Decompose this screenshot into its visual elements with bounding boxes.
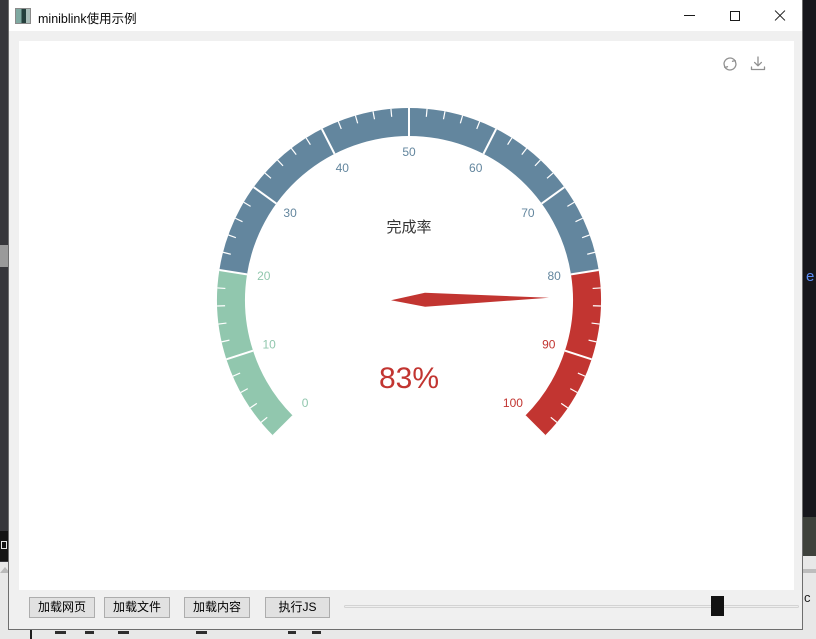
slider-track[interactable] <box>344 605 799 608</box>
window-title: miniblink使用示例 <box>38 8 137 27</box>
load-webpage-button[interactable]: 加载网页 <box>29 597 95 618</box>
window-controls <box>667 0 802 31</box>
gauge-axis-label: 40 <box>336 161 350 175</box>
gauge-axis-label: 90 <box>542 338 556 352</box>
gauge-axis-label: 100 <box>503 396 523 410</box>
background-text-fragment: c <box>804 590 811 605</box>
background-scrollbar-fragment <box>0 245 8 267</box>
gauge-axis-label: 0 <box>302 396 309 410</box>
gauge-minor-tick <box>217 288 225 289</box>
webview-chart-area: 0 10 20 30 40 50 60 70 80 90 100 完成率 83% <box>19 41 794 590</box>
titlebar[interactable]: miniblink使用示例 <box>9 0 802 31</box>
maximize-icon <box>730 11 740 21</box>
gauge-axis-label: 80 <box>548 269 562 283</box>
background-right-area: e <box>802 0 816 556</box>
gauge-title-label: 完成率 <box>386 219 431 236</box>
background-left-strip <box>0 0 8 562</box>
background-artifact <box>288 631 296 634</box>
load-file-button[interactable]: 加载文件 <box>104 597 170 618</box>
chart-toolbox <box>720 54 768 74</box>
background-block <box>802 517 816 556</box>
screen: e c miniblink使用示例 0 10 20 30 40 50 60 70 80 90 100… <box>0 0 816 639</box>
gauge-minor-tick <box>391 109 392 117</box>
gauge-detail-value: 83% <box>379 362 439 395</box>
app-window: miniblink使用示例 0 10 20 30 40 50 60 70 80 90 100 完成率 8… <box>8 0 803 630</box>
background-artifact <box>85 631 94 634</box>
background-divider <box>802 569 816 573</box>
background-artifact <box>118 631 129 634</box>
maximize-button[interactable] <box>712 0 757 31</box>
square-icon <box>1 541 7 549</box>
minimize-icon <box>684 15 695 16</box>
background-artifact <box>30 629 32 639</box>
gauge-axis-label: 30 <box>283 206 297 220</box>
gauge-axis-label: 20 <box>257 269 271 283</box>
gauge-chart: 0 10 20 30 40 50 60 70 80 90 100 完成率 83% <box>19 41 794 590</box>
background-text-fragment: e <box>806 268 814 285</box>
gauge-axis-label: 50 <box>402 145 416 159</box>
gauge-axis-label: 70 <box>521 206 535 220</box>
load-content-button[interactable]: 加载内容 <box>184 597 250 618</box>
execute-js-button[interactable]: 执行JS <box>265 597 330 618</box>
background-artifact <box>55 631 66 634</box>
minimize-button[interactable] <box>667 0 712 31</box>
close-button[interactable] <box>757 0 802 31</box>
save-as-image-icon[interactable] <box>748 54 768 74</box>
trackbar-slider[interactable] <box>344 596 799 617</box>
background-artifact <box>196 631 207 634</box>
gauge-axis-label: 60 <box>469 161 483 175</box>
background-window-icon <box>0 531 8 561</box>
gauge-minor-tick <box>426 109 427 117</box>
gauge-axis-label: 10 <box>263 338 277 352</box>
app-icon <box>15 8 31 24</box>
background-artifact <box>312 631 321 634</box>
slider-thumb[interactable] <box>711 596 724 616</box>
restore-icon[interactable] <box>720 54 740 74</box>
close-icon <box>774 10 786 22</box>
gauge-minor-tick <box>593 288 601 289</box>
gauge-needle <box>391 293 549 307</box>
